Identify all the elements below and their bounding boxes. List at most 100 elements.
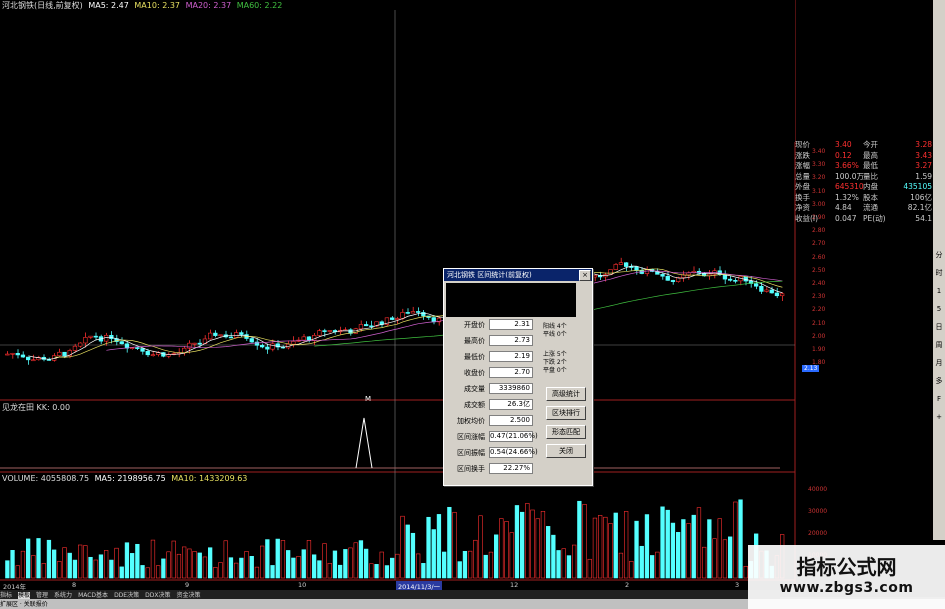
volume-bar [78, 544, 83, 579]
period-button[interactable]: 1 [934, 286, 944, 296]
volume-tick: 30000 [808, 508, 828, 515]
ma60-value: MA60: 2.22 [236, 1, 283, 10]
volume-bar [51, 549, 57, 579]
pattern-match-button[interactable]: 形态匹配 [546, 425, 586, 439]
volume-bar [166, 551, 171, 579]
volume-bar [441, 551, 447, 579]
volume-bar [738, 499, 743, 579]
volume-bar [681, 519, 686, 579]
volume-tick: 20000 [808, 530, 828, 537]
volume-bar [187, 548, 192, 579]
quote-value: 4.84 [835, 203, 852, 212]
dialog-row-value[interactable]: 2.500 [489, 415, 533, 426]
period-button[interactable]: 时 [934, 268, 944, 278]
quote-label: 股本 [863, 192, 878, 202]
candle-body [322, 330, 327, 332]
quote-value: 1.32% [835, 192, 859, 202]
dialog-row-label: 区间换手 [457, 464, 485, 473]
candle-body [88, 335, 93, 338]
advanced-stats-button[interactable]: 高级统计 [546, 387, 586, 401]
volume-bar [119, 566, 124, 579]
dialog-row-value[interactable]: 0.47(21.06%) [489, 431, 538, 442]
volume-ma10: MA10: 1433209.63 [171, 474, 248, 483]
date-label: 2 [625, 581, 630, 589]
period-button[interactable]: 5 [934, 304, 944, 314]
dialog-row: 最低价 2.19 [447, 351, 533, 362]
dialog-row-value[interactable]: 2.70 [489, 367, 533, 378]
candle-body [769, 289, 774, 294]
dialog-row-label: 最高价 [464, 336, 485, 345]
volume-bar [473, 539, 478, 579]
indicator-tab[interactable]: 资金决策 [176, 592, 200, 599]
quote-panel: 现价 3.40 今开 3.28 涨跌 0.12 最高 3.43 涨幅 3.66% 最低 3.27 总量 1… [795, 140, 932, 245]
indicator-tab[interactable]: 指标 [0, 592, 12, 599]
candle-body [618, 262, 624, 265]
dialog-row-value[interactable]: 26.3亿 [489, 399, 533, 410]
indicator-tab-bar: 指标 模板 管理 系统力 MACD基本 DDE决策 DDX决策 资金决策 [0, 590, 780, 599]
volume-bar [577, 500, 582, 579]
dialog-row-value[interactable]: 3339860 [489, 383, 533, 394]
indicator-tab[interactable]: DDX决策 [145, 592, 170, 599]
period-button[interactable]: + [934, 412, 944, 422]
period-button[interactable]: 日 [934, 322, 944, 332]
volume-bar [504, 521, 509, 579]
volume-bar [67, 552, 72, 579]
dialog-row-label: 收盘价 [464, 368, 485, 377]
volume-bar [603, 516, 608, 579]
period-button[interactable]: 多 [934, 376, 944, 386]
quote-value: 100.0万 [835, 171, 864, 181]
dialog-row: 区间振幅 0.54(24.66%) [447, 447, 538, 458]
price-tick: 2.00 [812, 332, 826, 340]
quote-label: 外盘 [795, 182, 810, 191]
indicator-tab[interactable]: 模板 [18, 592, 31, 599]
candle-body [410, 311, 416, 314]
dialog-close-icon[interactable]: × [579, 270, 591, 281]
dialog-row-value[interactable]: 2.19 [489, 351, 533, 362]
dialog-title-bar[interactable]: 河北钢铁 区间统计(前复权) × [444, 269, 592, 281]
candle-body [265, 346, 270, 350]
indicator-tab[interactable]: DDE决策 [114, 592, 139, 599]
stock-name: 河北钢铁(日线,前复权) [2, 1, 83, 10]
dialog-note: 平盘 0个 [543, 367, 567, 374]
volume-bar [327, 563, 332, 579]
indicator-tab[interactable]: MACD基本 [78, 592, 108, 599]
volume-bar [317, 560, 322, 579]
volume-bar [712, 538, 717, 579]
dialog-close-button[interactable]: 关闭 [546, 444, 586, 458]
dialog-row-value[interactable]: 2.31 [489, 319, 533, 330]
period-button[interactable]: 分 [934, 250, 944, 260]
dialog-row-value[interactable]: 22.27% [489, 463, 533, 474]
volume-bar [176, 553, 182, 579]
indicator-tab[interactable]: 管理 [36, 592, 48, 599]
price-tick: 1.90 [812, 346, 826, 353]
candle-body [72, 345, 78, 351]
candle-body [259, 345, 265, 348]
volume-bar [395, 553, 400, 579]
dialog-row-label: 最低价 [464, 352, 485, 361]
volume-bar [145, 567, 150, 579]
candle-body [774, 292, 780, 297]
block-ranking-button[interactable]: 区块排行 [546, 406, 586, 420]
watermark: 指标公式网 www.zbgs3.com [748, 545, 945, 609]
quote-row: 外盘 645310 内盘 435105 [795, 182, 932, 193]
candle-body [78, 342, 83, 347]
candle-body [31, 359, 36, 362]
volume-bar [25, 538, 31, 579]
period-button[interactable]: F [934, 394, 944, 404]
interval-stats-dialog[interactable]: 河北钢铁 区间统计(前复权) × 开盘价 2.31 最高价 2.73 最低价 2.19 收盘… [443, 268, 593, 486]
period-button[interactable]: 周 [934, 340, 944, 350]
candle-body [119, 341, 124, 345]
volume-bar [135, 543, 140, 579]
dialog-row-value[interactable]: 0.54(24.66%) [489, 447, 538, 458]
volume-bar [535, 518, 540, 579]
quote-value: 645310 [835, 182, 864, 191]
volume-bar [707, 519, 712, 579]
volume-bar [306, 540, 312, 579]
ma10-value: MA10: 2.37 [134, 1, 181, 10]
dialog-row-label: 区间振幅 [457, 448, 485, 457]
period-button[interactable]: 月 [934, 358, 944, 368]
dialog-row-value[interactable]: 2.73 [489, 335, 533, 346]
indicator-tab[interactable]: 系统力 [54, 592, 72, 599]
quote-row: 总量 100.0万 量比 1.59 [795, 172, 932, 183]
dialog-row: 成交额 26.3亿 [447, 399, 533, 410]
